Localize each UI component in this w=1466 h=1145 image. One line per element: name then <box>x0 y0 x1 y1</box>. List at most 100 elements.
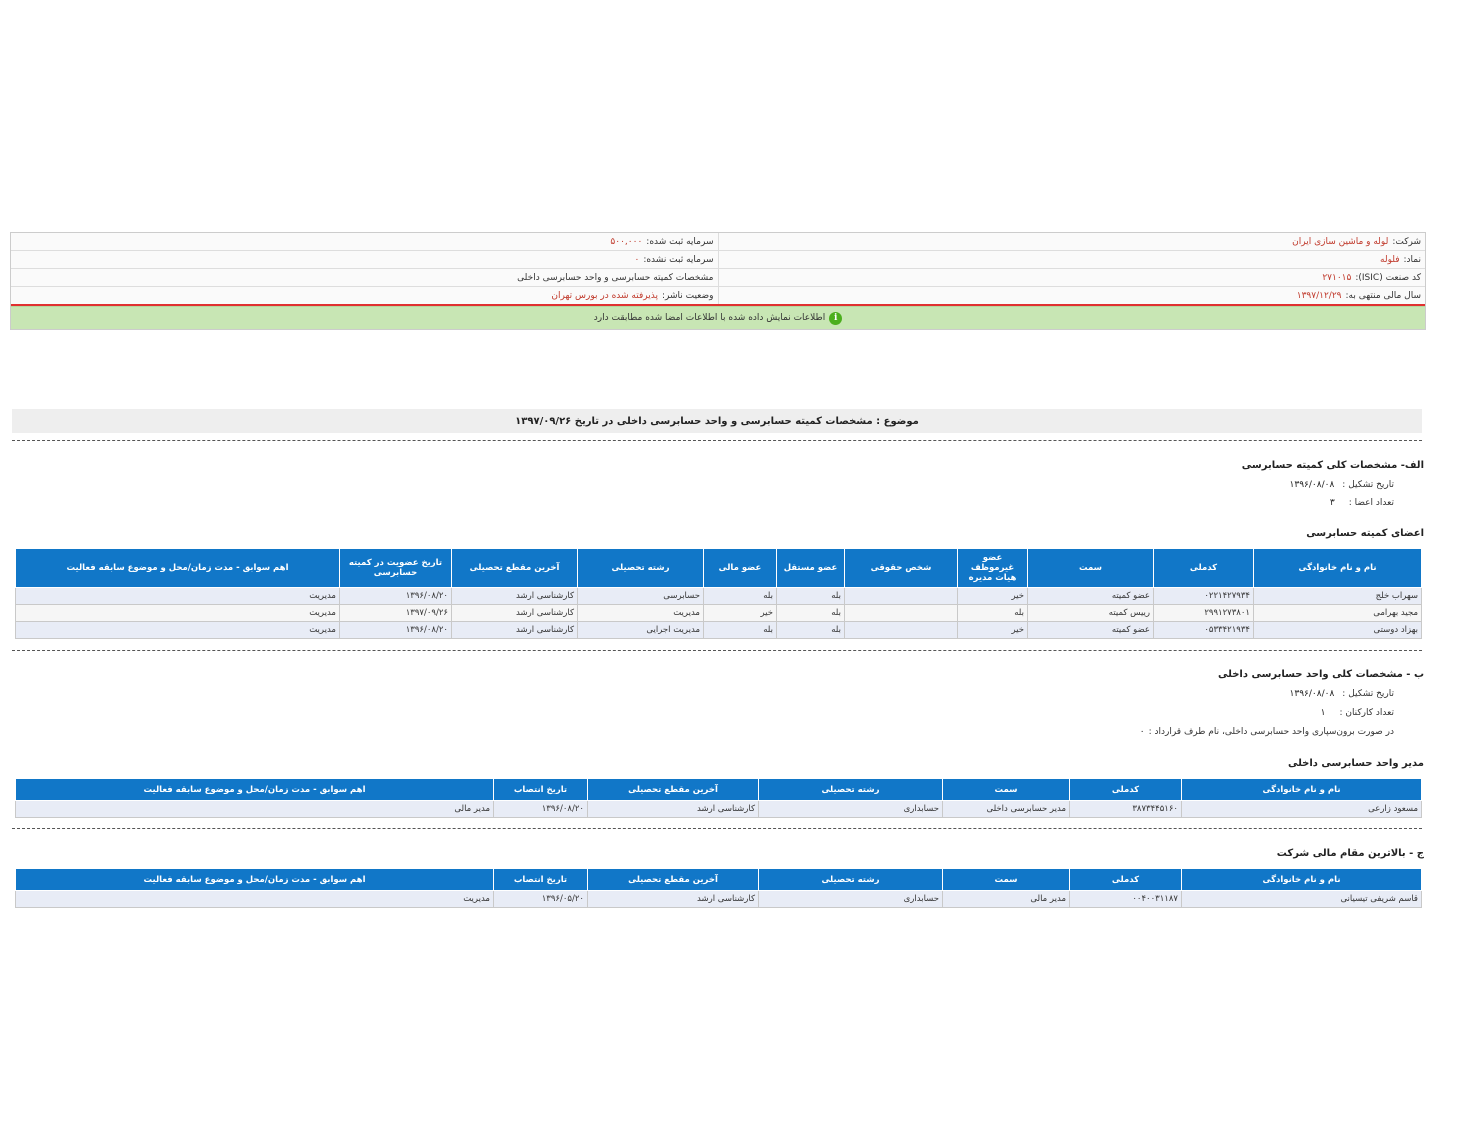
table-cell: بله <box>776 621 845 639</box>
table-cell: مدیر حسابرسی داخلی <box>942 800 1070 818</box>
committee-member-row: بهزاد دوستی ۰۵۳۳۴۲۱۹۳۴ عضو کمیته خیر بله بله م… <box>15 621 1422 639</box>
column-header: آخرین مقطع تحصیلی <box>587 868 759 891</box>
table-cell: بله <box>776 604 845 622</box>
column-header: عضو مستقل <box>776 548 845 588</box>
publisher-status-cell: وضعیت ناشر: پذیرفته شده در بورس تهران <box>11 287 719 304</box>
table-cell: کارشناسی ارشد <box>587 890 759 908</box>
info-row-fiscal: سال مالی منتهی به: ۱۳۹۷/۱۲/۲۹ وضعیت ناشر:… <box>11 287 1425 306</box>
column-header: عضو غیرموظف هیات مدیره <box>957 548 1028 588</box>
table-cell: خیر <box>703 604 777 622</box>
table-cell <box>844 604 958 622</box>
fiscal-year-end: ۱۳۹۷/۱۲/۲۹ <box>1296 290 1342 301</box>
table-cell <box>844 621 958 639</box>
verification-notice: i اطلاعات نمایش داده شده با اطلاعات امضا… <box>11 306 1425 329</box>
table-cell: کارشناسی ارشد <box>587 800 759 818</box>
column-header: سمت <box>942 868 1070 891</box>
cfo-row: قاسم شریفی تیسیانی ۰۰۴۰۰۳۱۱۸۷ مدیر مالی حسا… <box>15 890 1422 908</box>
table-cell: مدیر مالی <box>15 800 494 818</box>
table-cell: مجید بهرامی <box>1253 604 1422 622</box>
table-cell: رییس کمیته <box>1027 604 1154 622</box>
section-a-title: الف- مشخصات کلی کمیته حسابرسی <box>1241 460 1424 471</box>
column-header: عضو مالی <box>703 548 777 588</box>
divider <box>12 650 1422 651</box>
unregistered-capital-cell: سرمایه ثبت نشده: ۰ <box>11 251 719 268</box>
company-cell: شرکت: لوله و ماشین سازی ایران <box>1292 236 1421 247</box>
audit-manager-table: نام و نام خانوادگی کدملی سمت رشته تحصیلی آخر… <box>15 778 1422 818</box>
table-cell: خیر <box>957 587 1028 605</box>
column-header: سمت <box>942 778 1070 801</box>
table-cell: عضو کمیته <box>1027 587 1154 605</box>
table-cell: ۰۲۲۱۴۲۷۹۳۴ <box>1153 587 1254 605</box>
section-c-title: ج - بالاترین مقام مالی شرکت <box>1276 848 1424 859</box>
table-cell: کارشناسی ارشد <box>451 621 578 639</box>
column-header: رشته تحصیلی <box>758 868 943 891</box>
verification-notice-text: اطلاعات نمایش داده شده با اطلاعات امضا ش… <box>593 313 826 323</box>
cfo-table: نام و نام خانوادگی کدملی سمت رشته تحصیلی آخر… <box>15 868 1422 908</box>
committee-members-title: اعضای کمیته حسابرسی <box>1306 528 1424 539</box>
table-cell: ۳۸۷۳۴۴۵۱۶۰ <box>1069 800 1182 818</box>
committee-table-header: نام و نام خانوادگی کدملی سمت عضو غیرموظف هی… <box>15 548 1422 588</box>
table-cell: حسابداری <box>758 800 943 818</box>
audit-unit-staff-count: تعداد کارکنان :۱ <box>1320 708 1394 718</box>
column-header: رشته تحصیلی <box>577 548 704 588</box>
audit-manager-row: مسعود زارعی ۳۸۷۳۴۴۵۱۶۰ مدیر حسابرسی داخلی ح… <box>15 800 1422 818</box>
table-cell: قاسم شریفی تیسیانی <box>1181 890 1422 908</box>
report-title-cell: مشخصات کمیته حسابرسی و واحد حسابرسی داخل… <box>11 269 719 286</box>
column-header: اهم سوابق - مدت زمان/محل و موضوع سابقه ف… <box>15 548 340 588</box>
section-b-title: ب - مشخصات کلی واحد حسابرسی داخلی <box>1218 669 1424 680</box>
audit-unit-formation-date: تاریخ تشکیل :۱۳۹۶/۰۸/۰۸ <box>1289 689 1394 699</box>
table-cell: بهزاد دوستی <box>1253 621 1422 639</box>
column-header: نام و نام خانوادگی <box>1181 778 1422 801</box>
isic-cell: کد صنعت (ISIC): ۲۷۱۰۱۵ <box>1322 272 1421 283</box>
column-header: آخرین مقطع تحصیلی <box>451 548 578 588</box>
subject-text: موضوع : مشخصات کمیته حسابرسی و واحد حساب… <box>515 415 919 427</box>
table-cell: سهراب خلج <box>1253 587 1422 605</box>
info-icon: i <box>829 311 843 325</box>
info-row-isic: کد صنعت (ISIC): ۲۷۱۰۱۵ مشخصات کمیته حسابر… <box>11 269 1425 287</box>
audit-manager-table-header: نام و نام خانوادگی کدملی سمت رشته تحصیلی آخر… <box>15 778 1422 801</box>
divider <box>12 828 1422 829</box>
column-header: رشته تحصیلی <box>758 778 943 801</box>
table-cell: ۲۹۹۱۲۷۳۸۰۱ <box>1153 604 1254 622</box>
column-header: آخرین مقطع تحصیلی <box>587 778 759 801</box>
report-title: مشخصات کمیته حسابرسی و واحد حسابرسی داخل… <box>517 272 714 283</box>
column-header: تاریخ انتصاب <box>493 868 588 891</box>
symbol-link[interactable]: فلوله <box>1380 255 1400 265</box>
info-row-company: شرکت: لوله و ماشین سازی ایران سرمایه ثبت … <box>11 233 1425 251</box>
table-cell: خیر <box>957 621 1028 639</box>
committee-members-table: نام و نام خانوادگی کدملی سمت عضو غیرموظف هی… <box>15 548 1422 639</box>
committee-member-row: سهراب خلج ۰۲۲۱۴۲۷۹۳۴ عضو کمیته خیر بله بله حسا… <box>15 587 1422 605</box>
table-cell: مدیریت <box>15 621 340 639</box>
company-name[interactable]: لوله و ماشین سازی ایران <box>1292 237 1388 247</box>
registered-capital: ۵۰۰,۰۰۰ <box>610 236 643 247</box>
table-cell <box>844 587 958 605</box>
audit-manager-title: مدیر واحد حسابرسی داخلی <box>1287 758 1424 769</box>
table-cell: ۰۵۳۳۴۲۱۹۳۴ <box>1153 621 1254 639</box>
table-cell: مدیریت <box>577 604 704 622</box>
column-header: کدملی <box>1069 868 1182 891</box>
table-cell: ۱۳۹۶/۰۸/۲۰ <box>339 621 452 639</box>
info-row-symbol: نماد: فلوله سرمایه ثبت نشده: ۰ <box>11 251 1425 269</box>
company-info-box: شرکت: لوله و ماشین سازی ایران سرمایه ثبت … <box>10 232 1426 330</box>
isic-code: ۲۷۱۰۱۵ <box>1322 272 1352 283</box>
subject-bar: موضوع : مشخصات کمیته حسابرسی و واحد حساب… <box>12 409 1422 433</box>
fiscal-year-cell: سال مالی منتهی به: ۱۳۹۷/۱۲/۲۹ <box>1296 290 1421 301</box>
column-header: تاریخ انتصاب <box>493 778 588 801</box>
table-cell: مدیریت اجرایی <box>577 621 704 639</box>
column-header: تاریخ عضویت در کمیته حسابرسی <box>339 548 452 588</box>
table-cell: بله <box>703 587 777 605</box>
committee-member-count: تعداد اعضا :۳ <box>1329 498 1394 508</box>
table-cell: کارشناسی ارشد <box>451 587 578 605</box>
column-header: کدملی <box>1153 548 1254 588</box>
committee-formation-date: تاریخ تشکیل :۱۳۹۶/۰۸/۰۸ <box>1289 480 1394 490</box>
cfo-table-header: نام و نام خانوادگی کدملی سمت رشته تحصیلی آخر… <box>15 868 1422 891</box>
table-cell: بله <box>776 587 845 605</box>
table-cell: بله <box>703 621 777 639</box>
column-header: اهم سوابق - مدت زمان/محل و موضوع سابقه ف… <box>15 778 494 801</box>
column-header: نام و نام خانوادگی <box>1253 548 1422 588</box>
table-cell: کارشناسی ارشد <box>451 604 578 622</box>
table-cell: حسابداری <box>758 890 943 908</box>
table-cell: مسعود زارعی <box>1181 800 1422 818</box>
table-cell: ۱۳۹۷/۰۹/۲۶ <box>339 604 452 622</box>
divider <box>12 440 1422 441</box>
